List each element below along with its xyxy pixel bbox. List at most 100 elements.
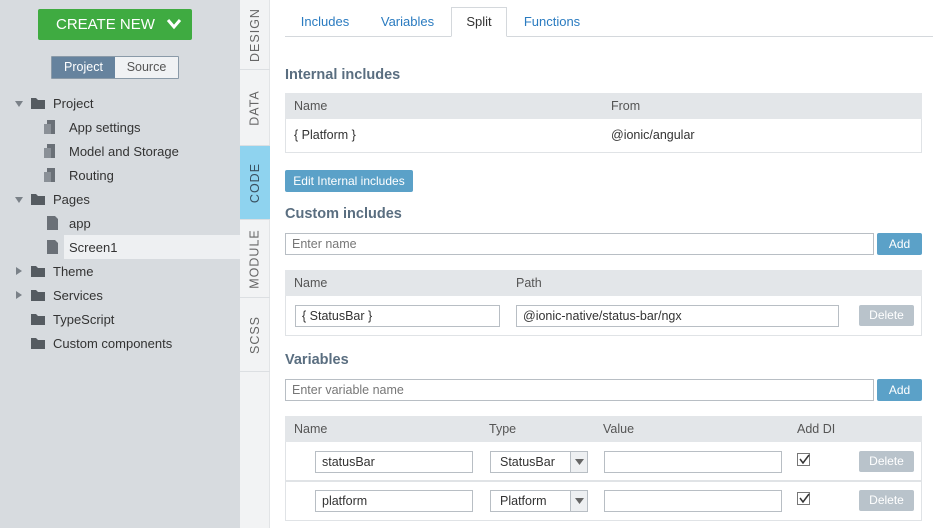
col-path: Path (516, 276, 542, 290)
tree-item-label: TypeScript (53, 311, 115, 327)
caret-down-icon[interactable] (14, 99, 24, 109)
tree-item-label: Custom components (53, 335, 173, 351)
variable-type-value: StatusBar (500, 455, 555, 469)
tree-item-label: Routing (69, 167, 114, 183)
tab-functions[interactable]: Functions (511, 8, 593, 37)
col-type: Type (489, 422, 517, 436)
tree-item-label: Services (53, 287, 103, 303)
delete-variable-button[interactable]: Delete (859, 490, 914, 511)
tree-item-model-and-storage[interactable]: Model and Storage (0, 139, 240, 163)
vtab-label: CODE (248, 162, 262, 203)
tree-item-label: Pages (53, 191, 90, 207)
tree-item-label: Model and Storage (69, 143, 179, 159)
tree-item-project[interactable]: Project (0, 91, 240, 115)
tree-item-label: Screen1 (69, 239, 118, 255)
dropdown-arrow-icon[interactable] (570, 491, 587, 511)
vtab-code[interactable]: CODE (240, 146, 270, 220)
variable-type-value: Platform (500, 494, 547, 508)
source-toggle-button[interactable]: Source (115, 57, 178, 78)
caret-right-icon[interactable] (14, 266, 24, 276)
checkmark-icon (799, 493, 810, 504)
tree-item-label: Project (53, 95, 94, 111)
add-di-checkbox[interactable] (797, 453, 810, 466)
tree-item-routing[interactable]: Routing (0, 163, 240, 187)
tree-item-services[interactable]: Services (0, 283, 240, 307)
checkmark-icon (799, 454, 810, 465)
variable-value-field[interactable] (604, 451, 782, 473)
folder-icon (31, 194, 45, 205)
tree-item-label: app (69, 215, 91, 231)
tree-item-screen1[interactable]: Screen1 (64, 235, 240, 259)
tree-item-typescript[interactable]: TypeScript (0, 307, 240, 331)
col-from: From (611, 99, 641, 113)
tree-item-label: App settings (69, 119, 141, 135)
page-icon (47, 216, 58, 230)
folder-icon (31, 98, 45, 109)
variable-type-select[interactable]: StatusBar (490, 451, 588, 473)
table-row: Platform Delete (285, 481, 922, 521)
vtab-label: SCSS (248, 315, 263, 354)
col-name: Name (294, 422, 328, 436)
vtab-data[interactable]: DATA (240, 70, 270, 146)
file-icon (44, 144, 55, 158)
delete-variable-button[interactable]: Delete (859, 451, 914, 472)
folder-icon (31, 314, 45, 325)
folder-icon (31, 338, 45, 349)
add-di-checkbox[interactable] (797, 492, 810, 505)
custom-include-name-field[interactable] (295, 305, 500, 327)
custom-include-name-input[interactable] (285, 233, 874, 255)
project-source-toggle: Project Source (51, 56, 179, 79)
col-name: Name (294, 276, 328, 290)
col-value: Value (603, 422, 635, 436)
table-row: { Platform } @ionic/angular (285, 119, 922, 153)
table-row: Delete (285, 296, 922, 336)
code-panel: Includes Variables Split Functions Inter… (270, 0, 934, 528)
vtab-label: MODULE (248, 228, 263, 289)
vtab-scss[interactable]: SCSS (240, 298, 270, 372)
folder-icon (31, 266, 45, 277)
project-toggle-button[interactable]: Project (52, 57, 115, 78)
add-custom-include-button[interactable]: Add (877, 233, 922, 255)
delete-include-button[interactable]: Delete (859, 305, 914, 326)
col-add-di: Add DI (797, 422, 836, 436)
page-icon (47, 240, 58, 254)
tab-variables[interactable]: Variables (365, 8, 450, 37)
variable-type-select[interactable]: Platform (490, 490, 588, 512)
internal-includes-title: Internal includes (285, 67, 401, 83)
caret-right-icon[interactable] (14, 290, 24, 300)
tree-item-label: Theme (53, 263, 94, 279)
variables-title: Variables (285, 352, 349, 368)
dropdown-arrow-icon[interactable] (570, 452, 587, 472)
variable-name-input[interactable] (285, 379, 874, 401)
tree-item-theme[interactable]: Theme (0, 259, 240, 283)
variables-header: Name Type Value Add DI (285, 416, 922, 442)
vtab-design[interactable]: DESIGN (240, 0, 270, 70)
vtab-label: DESIGN (248, 7, 262, 62)
edit-internal-includes-button[interactable]: Edit Internal includes (285, 170, 413, 192)
vtab-label: DATA (248, 89, 263, 126)
create-new-button[interactable]: CREATE NEW (38, 9, 192, 40)
tree-item-app-settings[interactable]: App settings (0, 115, 240, 139)
variable-name-field[interactable] (315, 490, 473, 512)
caret-down-icon[interactable] (14, 195, 24, 205)
variable-name-field[interactable] (315, 451, 473, 473)
include-name: { Platform } (294, 128, 356, 142)
tree-item-pages[interactable]: Pages (0, 187, 240, 211)
custom-includes-header: Name Path (285, 270, 922, 296)
project-sidebar: CREATE NEW Project Source Project App se… (0, 0, 240, 528)
chevron-down-icon (166, 19, 182, 30)
file-icon (44, 120, 55, 134)
tab-split[interactable]: Split (451, 7, 507, 37)
col-name: Name (294, 99, 328, 113)
tree-item-custom-components[interactable]: Custom components (0, 331, 240, 355)
vtab-module[interactable]: MODULE (240, 220, 270, 298)
custom-include-path-field[interactable] (516, 305, 839, 327)
custom-includes-title: Custom includes (285, 206, 402, 222)
create-new-label: CREATE NEW (56, 16, 155, 33)
tab-includes[interactable]: Includes (285, 8, 365, 37)
include-from: @ionic/angular (611, 128, 695, 142)
variable-value-field[interactable] (604, 490, 782, 512)
file-icon (44, 168, 55, 182)
add-variable-button[interactable]: Add (877, 379, 922, 401)
tree-item-app[interactable]: app (0, 211, 240, 235)
